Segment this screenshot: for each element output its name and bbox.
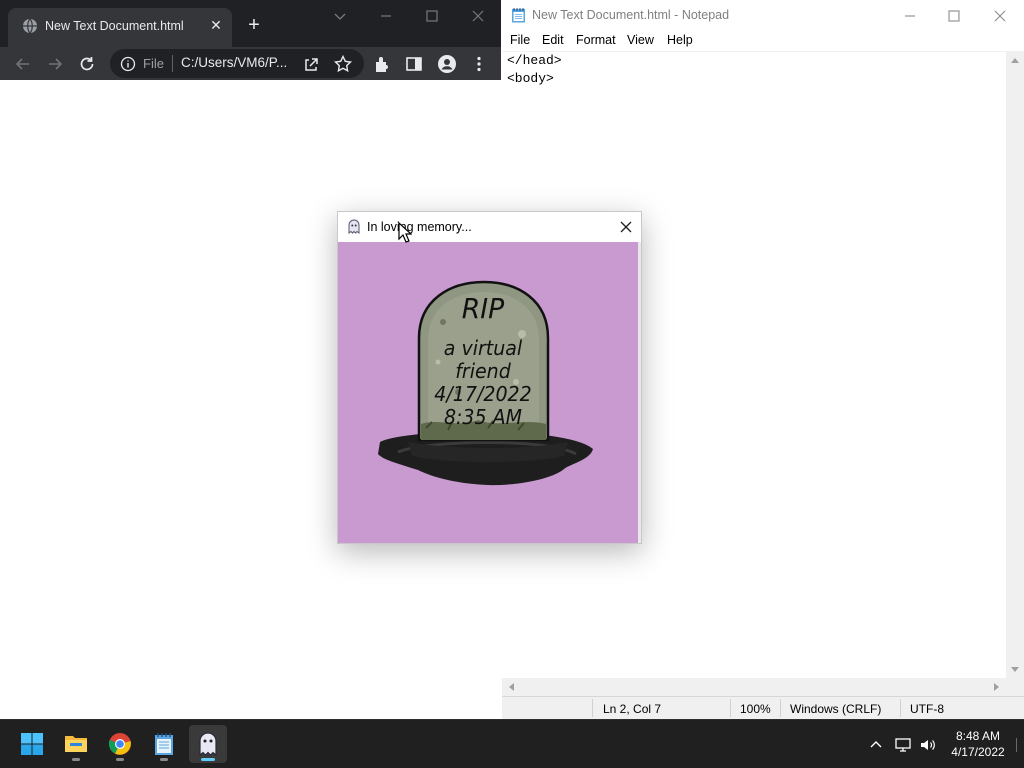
menu-format[interactable]: Format [576, 33, 616, 47]
tombstone-line-3: friend [455, 359, 511, 383]
scroll-up-arrow-icon[interactable] [1010, 56, 1020, 64]
browser-tab[interactable]: New Text Document.html ✕ [8, 8, 232, 47]
info-icon[interactable] [120, 56, 136, 72]
menu-edit[interactable]: Edit [542, 33, 564, 47]
chevron-up-icon[interactable] [867, 736, 885, 754]
start-button[interactable] [13, 725, 51, 763]
address-bar[interactable]: File C:/Users/VM6/P... [110, 49, 364, 78]
menu-view[interactable]: View [627, 33, 654, 47]
profile-avatar-icon[interactable] [436, 53, 458, 75]
chrome-icon [108, 733, 131, 755]
zoom-level: 100% [740, 702, 771, 716]
scroll-down-arrow-icon[interactable] [1010, 666, 1020, 674]
tab-close-icon[interactable]: ✕ [206, 15, 226, 35]
notepad-titlebar: New Text Document.html - Notepad [502, 0, 1024, 31]
share-icon[interactable] [300, 53, 322, 75]
notepad-menubar: File Edit Format View Help [502, 31, 1024, 51]
file-explorer-icon [65, 736, 87, 752]
scroll-left-arrow-icon[interactable] [507, 682, 515, 692]
close-icon[interactable] [617, 218, 635, 236]
side-panel-icon[interactable] [403, 53, 425, 75]
dialog-titlebar[interactable]: In loving memory... [338, 212, 641, 242]
url-scheme-label: File [143, 56, 164, 71]
minimize-icon[interactable] [900, 6, 920, 26]
status-divider [592, 699, 593, 717]
encoding: UTF-8 [910, 702, 944, 716]
status-divider [730, 699, 731, 717]
tombstone-time: 8:35 AM [443, 405, 523, 429]
tombstone-date: 4/17/2022 [434, 382, 532, 406]
ghost-icon [348, 219, 360, 234]
memorial-dialog: In loving memory... RIP a virtual friend… [337, 211, 642, 544]
windows-logo-icon [21, 733, 43, 755]
notepad-statusbar: Ln 2, Col 7 100% Windows (CRLF) UTF-8 [502, 696, 1024, 719]
vertical-scrollbar[interactable] [1006, 51, 1024, 678]
close-icon[interactable] [467, 6, 489, 26]
browser-toolbar: File C:/Users/VM6/P... [0, 47, 501, 80]
file-explorer-button[interactable] [57, 725, 95, 763]
running-indicator [72, 758, 80, 761]
url-text[interactable]: C:/Users/VM6/P... [181, 55, 287, 70]
tab-title: New Text Document.html [45, 19, 184, 33]
network-icon[interactable] [894, 736, 912, 754]
text-line-1: </head> [507, 53, 562, 68]
show-desktop-edge[interactable] [1016, 738, 1017, 752]
notepad-icon [512, 8, 525, 23]
reload-icon[interactable] [76, 53, 98, 75]
clock-date[interactable]: 4/17/2022 [947, 745, 1009, 759]
new-tab-button[interactable]: + [243, 15, 265, 37]
tombstone-line-2: a virtual [443, 336, 523, 360]
mouse-cursor-icon [398, 222, 412, 243]
extensions-icon[interactable] [371, 53, 393, 75]
taskbar: 8:48 AM 4/17/2022 [0, 719, 1024, 768]
dialog-right-edge [638, 242, 641, 543]
chrome-button[interactable] [101, 725, 139, 763]
scrollbar-corner [1006, 678, 1024, 696]
browser-titlebar: New Text Document.html ✕ + [0, 0, 501, 47]
running-indicator [116, 758, 124, 761]
menu-file[interactable]: File [510, 33, 530, 47]
bookmark-star-icon[interactable] [332, 53, 354, 75]
notepad-button[interactable] [145, 725, 183, 763]
minimize-icon[interactable] [375, 6, 397, 26]
clock-time[interactable]: 8:48 AM [947, 729, 1009, 743]
menu-help[interactable]: Help [667, 33, 693, 47]
tab-search-chevron-icon[interactable] [329, 6, 351, 26]
notepad-icon [155, 733, 173, 755]
tombstone-rip-text: RIP [461, 292, 505, 325]
ghost-app-icon [199, 732, 217, 757]
line-ending: Windows (CRLF) [790, 702, 882, 716]
menu-kebab-icon[interactable] [468, 53, 490, 75]
running-indicator [160, 758, 168, 761]
dialog-title: In loving memory... [367, 220, 472, 234]
globe-icon [23, 18, 37, 34]
horizontal-scrollbar[interactable] [502, 678, 1006, 696]
status-divider [900, 699, 901, 717]
notepad-title: New Text Document.html - Notepad [532, 8, 730, 22]
status-divider [780, 699, 781, 717]
cursor-position: Ln 2, Col 7 [603, 702, 662, 716]
close-icon[interactable] [990, 6, 1010, 26]
active-indicator [201, 758, 215, 761]
back-arrow-icon[interactable] [12, 53, 34, 75]
maximize-icon[interactable] [944, 6, 964, 26]
ghost-app-button[interactable] [189, 725, 227, 763]
volume-icon[interactable] [919, 736, 937, 754]
tombstone-image: RIP a virtual friend 4/17/2022 8:35 AM [338, 242, 638, 543]
scroll-right-arrow-icon[interactable] [993, 682, 1001, 692]
omnibox-divider [172, 55, 173, 72]
forward-arrow-icon[interactable] [44, 53, 66, 75]
text-line-2: <body> [507, 71, 554, 86]
maximize-icon[interactable] [421, 6, 443, 26]
